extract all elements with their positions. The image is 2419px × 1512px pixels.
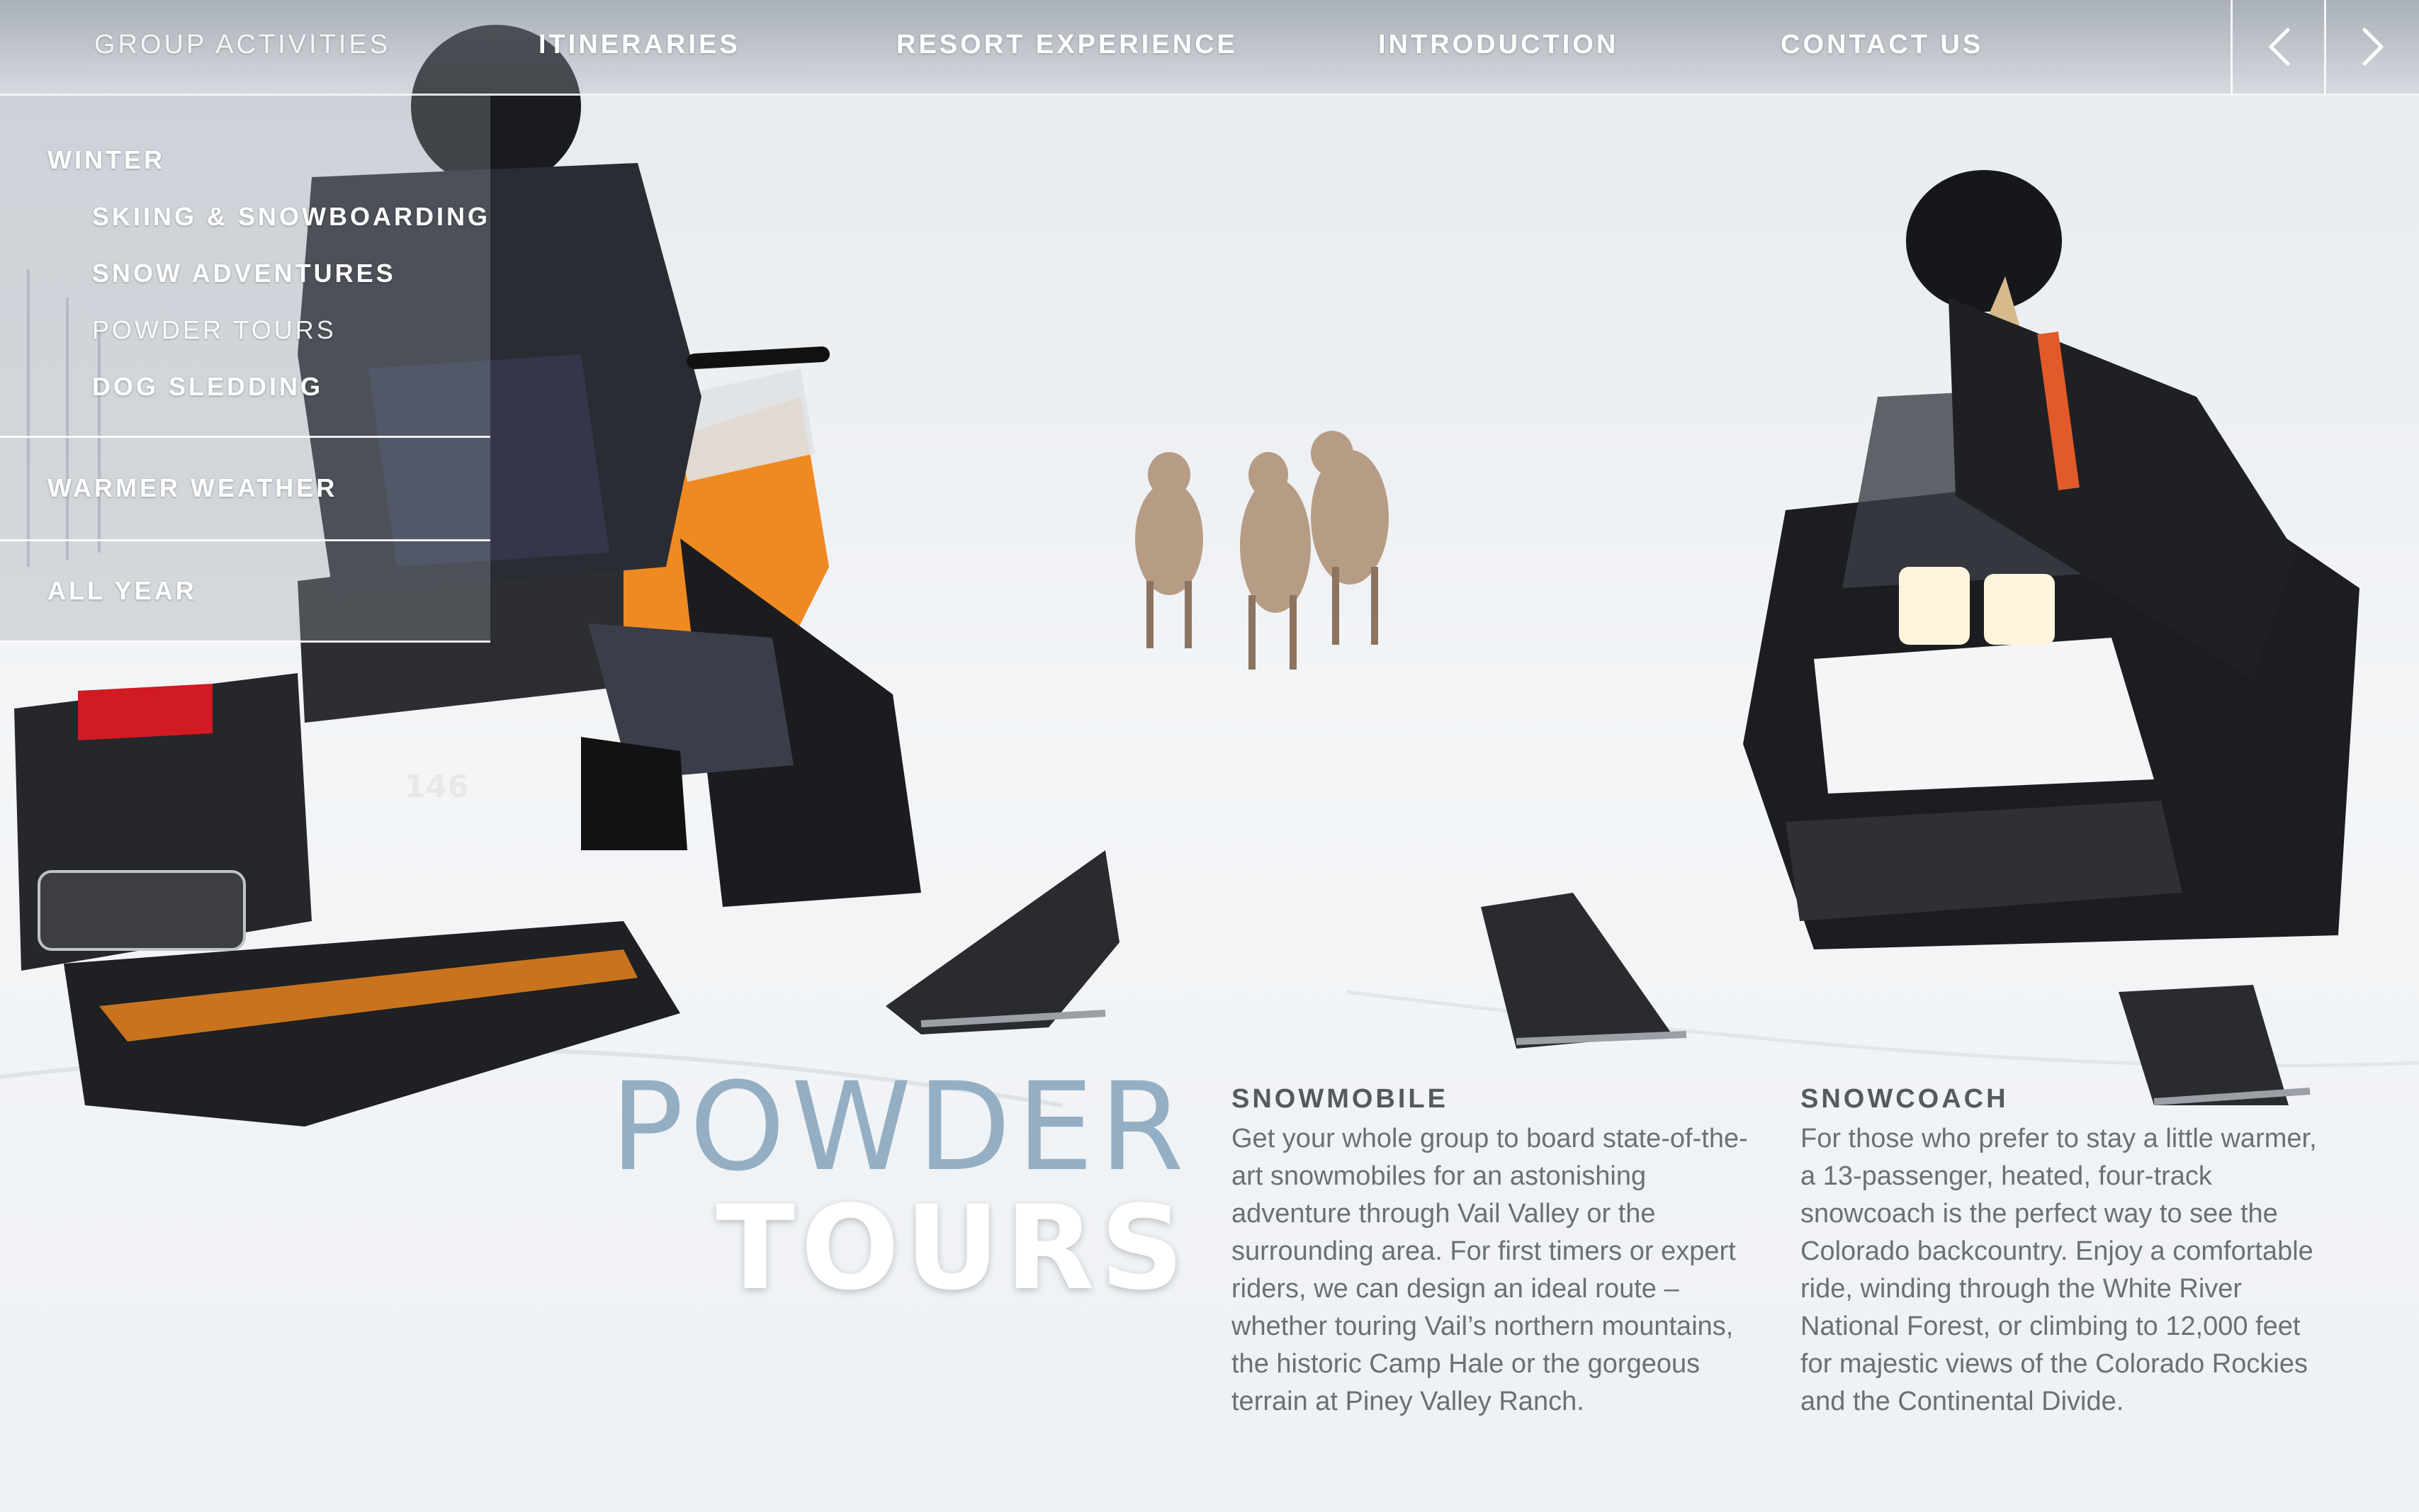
menu-warmer-weather[interactable]: WARMER WEATHER bbox=[47, 473, 337, 503]
activities-dropdown-menu: WINTER SKIING & SNOWBOARDING SNOW ADVENT… bbox=[0, 96, 490, 643]
menu-divider bbox=[0, 539, 490, 541]
section-heading: SNOWMOBILE bbox=[1231, 1084, 1448, 1114]
page-title-line-2: TOURS bbox=[716, 1180, 1190, 1316]
svg-text:146: 146 bbox=[404, 769, 469, 805]
prev-page-button[interactable] bbox=[2231, 0, 2325, 94]
section-heading: SNOWCOACH bbox=[1800, 1084, 2009, 1114]
menu-powder-tours[interactable]: POWDER TOURS bbox=[92, 315, 337, 345]
snowcoach-section: SNOWCOACH For those who prefer to stay a… bbox=[1800, 1084, 2318, 1421]
chevron-right-icon bbox=[2362, 28, 2384, 66]
section-body: Get your whole group to board state-of-t… bbox=[1231, 1124, 1748, 1416]
nav-contact-us[interactable]: CONTACT US bbox=[1781, 30, 1983, 60]
top-navigation-bar: GROUP ACTIVITIES ITINERARIES RESORT EXPE… bbox=[0, 0, 2419, 96]
page-title-line-1: POWDER bbox=[610, 1056, 1190, 1198]
menu-divider bbox=[0, 436, 490, 438]
nav-itineraries[interactable]: ITINERARIES bbox=[539, 30, 740, 60]
menu-all-year[interactable]: ALL YEAR bbox=[47, 576, 197, 606]
nav-group-activities[interactable]: GROUP ACTIVITIES bbox=[94, 30, 390, 60]
snowmobile-section: SNOWMOBILE Get your whole group to board… bbox=[1231, 1084, 1749, 1421]
menu-dog-sledding[interactable]: DOG SLEDDING bbox=[92, 372, 323, 402]
menu-divider bbox=[0, 641, 490, 643]
menu-winter[interactable]: WINTER bbox=[47, 145, 165, 175]
section-body: For those who prefer to stay a little wa… bbox=[1800, 1124, 2317, 1416]
menu-snow-adventures[interactable]: SNOW ADVENTURES bbox=[92, 259, 396, 288]
nav-resort-experience[interactable]: RESORT EXPERIENCE bbox=[896, 30, 1238, 60]
nav-introduction[interactable]: INTRODUCTION bbox=[1378, 30, 1618, 60]
chevron-left-icon bbox=[2269, 28, 2290, 66]
menu-skiing-snowboarding[interactable]: SKIING & SNOWBOARDING bbox=[92, 202, 490, 232]
next-page-button[interactable] bbox=[2324, 0, 2418, 94]
